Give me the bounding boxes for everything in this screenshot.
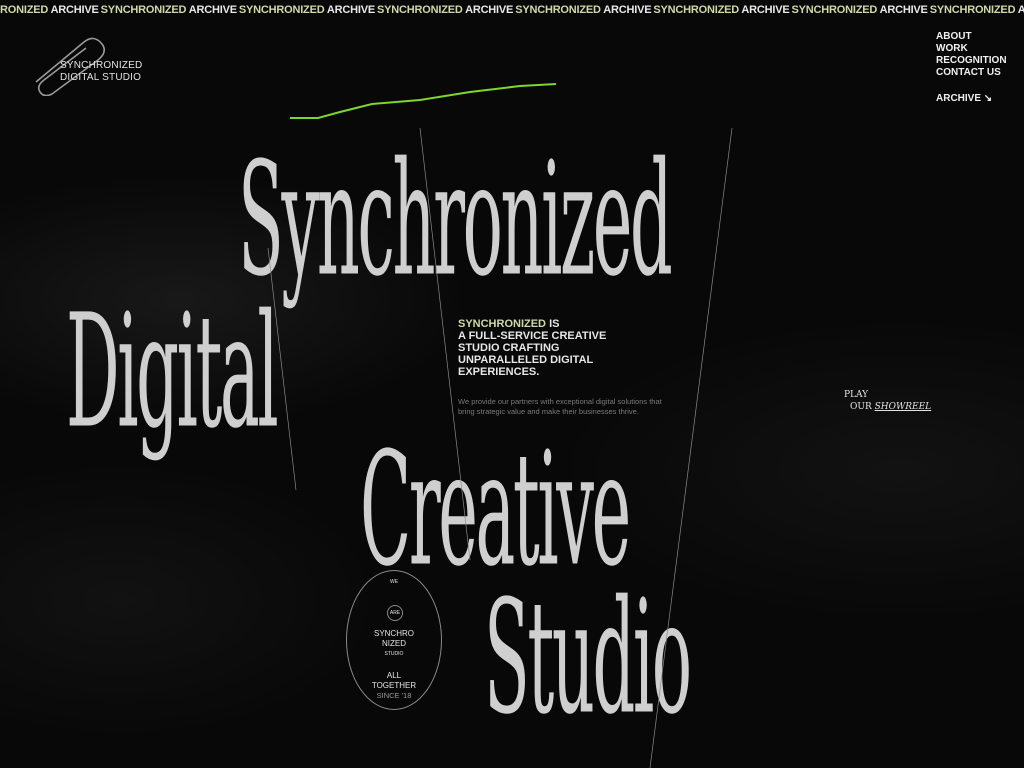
marquee-archive: ARCHIVE [879, 4, 928, 14]
marquee-archive: ARCHIVE [465, 4, 514, 14]
marquee-archive: ARCHIVE [326, 4, 376, 14]
marquee-item: RONIZED ARCHIVE [0, 4, 99, 14]
hero-title-line-2: Digital [66, 282, 279, 464]
marquee-item: SYNCHRONIZED ARCHIVE [101, 4, 237, 14]
badge-syn-2: NIZED [382, 639, 406, 648]
badge-we: WE [389, 579, 399, 585]
marquee-archive: ARCHIVE [1017, 4, 1024, 14]
marquee-word: SYNCHRONIZED [929, 4, 1016, 14]
badge-studio: STUDIO [384, 651, 404, 657]
intro-line-4: UNPARALLELED DIGITAL [458, 354, 594, 366]
marquee-item: SYNCHRONIZED ARCHIVE [792, 4, 928, 14]
marquee-ticker: RONIZED ARCHIVE SYNCHRONIZED ARCHIVE SYNCH… [0, 0, 1024, 14]
nav-about[interactable]: ABOUT [936, 31, 1007, 43]
nav-archive[interactable]: ARCHIVE ↘ [936, 93, 992, 104]
marquee-archive: ARCHIVE [188, 4, 237, 14]
studio-badge: WE ARE SYNCHRO NIZED STUDIO ALL TOGETHER… [346, 570, 442, 710]
marquee-item: SYNCHRONIZED ARCHIVE [930, 4, 1024, 14]
showreel-link[interactable]: PLAY OUR SHOWREEL [844, 389, 931, 413]
marquee-item: SYNCHRONIZED ARCHIVE [377, 4, 513, 14]
marquee-word: SYNCHRONIZED [238, 4, 325, 14]
badge-since: SINCE '18 [376, 691, 412, 700]
hero-title-line-1: Synchronized [238, 130, 673, 312]
marquee-word: SYNCHRONIZED [100, 4, 187, 14]
main-nav: ABOUT WORK RECOGNITION CONTACT US [936, 31, 1007, 79]
intro-line-2: A FULL-SERVICE CREATIVE [458, 330, 607, 342]
showreel-play: PLAY [844, 390, 869, 400]
marquee-word: SYNCHRONIZED [791, 4, 878, 14]
marquee-word: SYNCHRONIZED [653, 4, 739, 14]
badge-all: ALL [386, 671, 402, 680]
badge-all-together: ALL TOGETHER [347, 671, 441, 691]
intro-line-1: IS [546, 318, 560, 330]
nav-contact-us[interactable]: CONTACT US [936, 67, 1007, 79]
showreel-our: OUR [850, 402, 872, 412]
badge-synchronized: SYNCHRO NIZED [347, 629, 441, 649]
marquee-item: SYNCHRONIZED ARCHIVE [653, 4, 789, 14]
badge-are: ARE [387, 605, 403, 621]
hero-title-line-4: Studio [484, 568, 692, 750]
brand-line-1: SYNCHRONIZED [60, 60, 143, 71]
marquee-item: SYNCHRONIZED ARCHIVE [239, 4, 375, 14]
marquee-word: RONIZED [0, 4, 49, 14]
intro-accent: SYNCHRONIZED [458, 318, 547, 330]
marquee-word: SYNCHRONIZED [377, 4, 463, 14]
marquee-item: SYNCHRONIZED ARCHIVE [515, 4, 651, 14]
nav-work[interactable]: WORK [936, 43, 1007, 55]
intro-line-3: STUDIO CRAFTING [458, 342, 560, 354]
brand-line-2: DIGITAL STUDIO [60, 72, 142, 83]
marquee-archive: ARCHIVE [50, 4, 99, 14]
showreel-label: SHOWREEL [874, 402, 932, 412]
intro-description: We provide our partners with exceptional… [458, 397, 662, 416]
badge-syn-1: SYNCHRO [373, 629, 414, 638]
intro-statement: SYNCHRONIZED IS A FULL-SERVICE CREATIVE … [458, 318, 606, 378]
brand-name[interactable]: SYNCHRONIZED DIGITAL STUDIO [60, 60, 142, 84]
marquee-word: SYNCHRONIZED [515, 4, 601, 14]
intro-line-5: EXPERIENCES. [458, 366, 540, 378]
marquee-archive: ARCHIVE [741, 4, 790, 14]
nav-recognition[interactable]: RECOGNITION [936, 55, 1007, 67]
badge-together: TOGETHER [371, 681, 417, 690]
marquee-archive: ARCHIVE [603, 4, 652, 14]
